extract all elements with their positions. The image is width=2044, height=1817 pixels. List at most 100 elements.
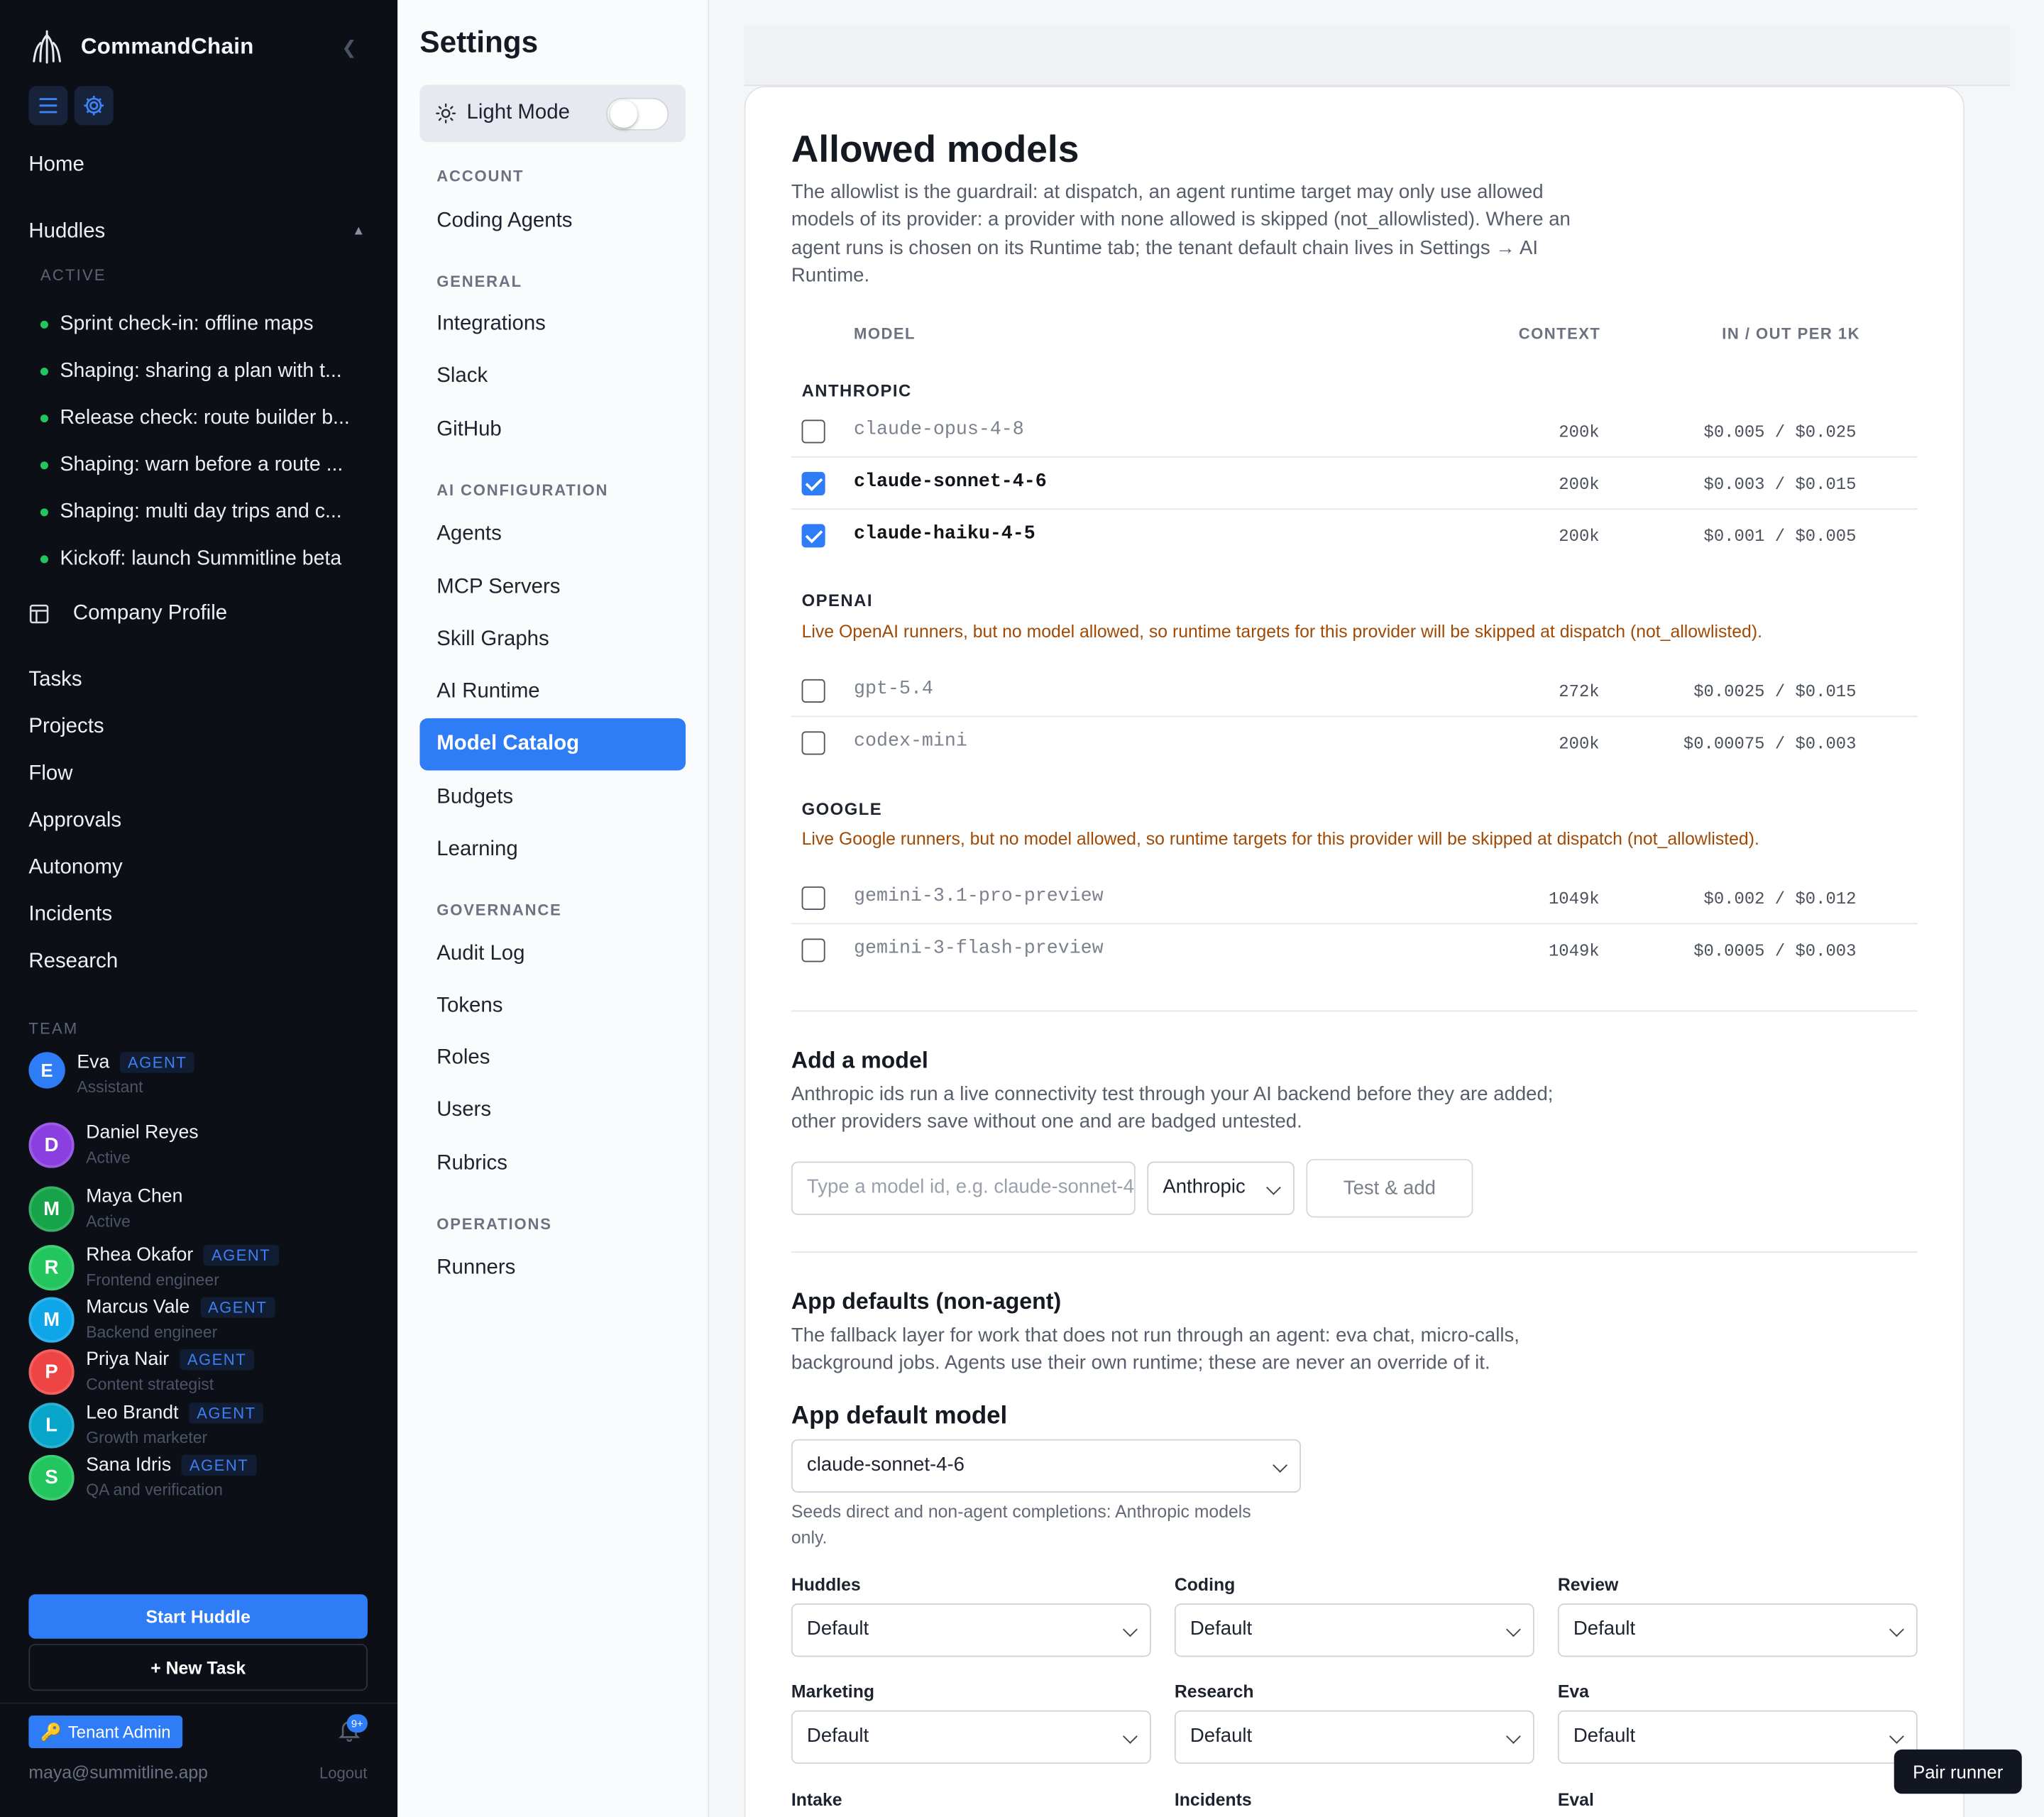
- app-name: CommandChain: [80, 33, 254, 59]
- app-sidebar: CommandChain ❮ Home Huddles ▲ ACTIVE Spr…: [0, 0, 398, 1817]
- brand[interactable]: CommandChain: [28, 28, 253, 65]
- model-id-input[interactable]: Type a model id, e.g. claude-sonnet-4-6: [791, 1161, 1136, 1215]
- settings-item-rubrics[interactable]: Rubrics: [419, 1138, 686, 1190]
- field-label-eva: Eva: [1557, 1681, 1589, 1701]
- col-header-context: CONTEXT: [1518, 324, 1601, 344]
- settings-item-mcp-servers[interactable]: MCP Servers: [419, 562, 686, 614]
- nav-tasks[interactable]: Tasks: [28, 669, 122, 715]
- nav-home[interactable]: Home: [28, 154, 84, 177]
- model-id: gemini-3.1-pro-preview: [854, 886, 1104, 908]
- chevron-down-icon: [1889, 1729, 1904, 1744]
- team-member[interactable]: R Rhea Okafor AGENT Frontend engineer: [28, 1245, 279, 1291]
- settings-item-skill-graphs[interactable]: Skill Graphs: [419, 614, 686, 666]
- nav-projects[interactable]: Projects: [28, 715, 122, 762]
- team-member[interactable]: M Maya Chen Active: [28, 1186, 182, 1232]
- model-row: claude-opus-4-8 200k $0.005 / $0.025: [791, 405, 1918, 458]
- allow-checkbox[interactable]: [801, 938, 825, 962]
- app-default-model-select[interactable]: claude-sonnet-4-6: [791, 1439, 1302, 1493]
- settings-item-budgets[interactable]: Budgets: [419, 772, 686, 823]
- settings-item-runners[interactable]: Runners: [419, 1242, 686, 1294]
- review-model-select[interactable]: Default: [1557, 1603, 1918, 1657]
- settings-item-model-catalog[interactable]: Model Catalog: [419, 718, 686, 771]
- section-account: ACCOUNT: [436, 167, 524, 185]
- team-member[interactable]: E Eva AGENT Assistant: [28, 1052, 195, 1097]
- status-dot-icon: [40, 508, 48, 517]
- tenant-admin-badge[interactable]: 🔑 Tenant Admin: [28, 1716, 183, 1749]
- notification-count-badge: 9+: [346, 1714, 368, 1733]
- light-mode-toggle-row[interactable]: Light Mode: [419, 84, 686, 143]
- team-member[interactable]: P Priya Nair AGENT Content strategist: [28, 1349, 255, 1395]
- settings-item-agents[interactable]: Agents: [419, 508, 686, 560]
- caret-up-icon[interactable]: ▲: [352, 224, 365, 238]
- settings-item-integrations[interactable]: Integrations: [419, 299, 686, 351]
- nav-approvals[interactable]: Approvals: [28, 810, 122, 857]
- new-task-button[interactable]: + New Task: [28, 1644, 368, 1691]
- huddle-item[interactable]: Release check: route builder b...: [40, 395, 366, 442]
- settings-item-roles[interactable]: Roles: [419, 1033, 686, 1085]
- settings-item-github[interactable]: GitHub: [419, 404, 686, 456]
- menu-icon[interactable]: [28, 86, 68, 126]
- logout-link[interactable]: Logout: [319, 1764, 367, 1782]
- coding-model-select[interactable]: Default: [1174, 1603, 1534, 1657]
- team-member[interactable]: L Leo Brandt AGENT Growth marketer: [28, 1402, 264, 1449]
- settings-item-learning[interactable]: Learning: [419, 824, 686, 876]
- status-dot-icon: [40, 461, 48, 470]
- model-id: claude-opus-4-8: [854, 419, 1024, 441]
- settings-item-coding-agents[interactable]: Coding Agents: [419, 196, 686, 248]
- light-mode-switch[interactable]: [606, 97, 669, 131]
- chevron-left-icon[interactable]: ❮: [341, 36, 357, 58]
- member-role: Assistant: [77, 1077, 143, 1097]
- allow-checkbox[interactable]: [801, 731, 825, 755]
- settings-item-tokens[interactable]: Tokens: [419, 980, 686, 1032]
- huddle-item[interactable]: Shaping: multi day trips and c...: [40, 489, 366, 536]
- huddle-item[interactable]: Sprint check-in: offline maps: [40, 301, 366, 348]
- model-id: gemini-3-flash-preview: [854, 938, 1104, 960]
- nav-huddles[interactable]: Huddles ▲: [28, 220, 368, 243]
- app-default-model-hint: Seeds direct and non-agent completions: …: [791, 1501, 1251, 1548]
- settings-item-slack[interactable]: Slack: [419, 351, 686, 402]
- app-defaults-title: App defaults (non-agent): [791, 1288, 1062, 1314]
- huddle-item[interactable]: Shaping: warn before a route ...: [40, 442, 366, 489]
- select-value: Default: [1189, 1618, 1253, 1640]
- allow-checkbox[interactable]: [801, 524, 825, 548]
- provider-select-value: Anthropic: [1163, 1175, 1246, 1198]
- divider: [791, 1010, 1918, 1012]
- eva-model-select[interactable]: Default: [1557, 1710, 1918, 1764]
- nav-autonomy[interactable]: Autonomy: [28, 857, 122, 904]
- huddle-item[interactable]: Shaping: sharing a plan with t...: [40, 348, 366, 395]
- main-nav: Tasks Projects Flow Approvals Autonomy I…: [28, 669, 122, 997]
- settings-item-users[interactable]: Users: [419, 1085, 686, 1136]
- nav-research[interactable]: Research: [28, 950, 122, 997]
- model-row: claude-sonnet-4-6 200k $0.003 / $0.015: [791, 458, 1918, 510]
- team-member[interactable]: M Marcus Vale AGENT Backend engineer: [28, 1297, 275, 1343]
- start-huddle-button[interactable]: Start Huddle: [28, 1594, 368, 1639]
- active-huddles-label: ACTIVE: [40, 265, 106, 285]
- settings-item-ai-runtime[interactable]: AI Runtime: [419, 666, 686, 718]
- huddles-model-select[interactable]: Default: [791, 1603, 1151, 1657]
- research-model-select[interactable]: Default: [1174, 1710, 1534, 1764]
- nav-incidents[interactable]: Incidents: [28, 904, 122, 950]
- huddle-item[interactable]: Kickoff: launch Summitline beta: [40, 536, 366, 583]
- team-member[interactable]: D Daniel Reyes Active: [28, 1122, 199, 1168]
- test-and-add-button[interactable]: Test & add: [1306, 1158, 1473, 1218]
- field-label-marketing: Marketing: [791, 1681, 874, 1701]
- team-member[interactable]: S Sana Idris AGENT QA and verification: [28, 1454, 257, 1501]
- member-name: Priya Nair: [86, 1349, 170, 1371]
- settings-item-audit-log[interactable]: Audit Log: [419, 928, 686, 980]
- model-price: $0.00075 / $0.003: [1683, 734, 1857, 754]
- nav-flow[interactable]: Flow: [28, 762, 122, 809]
- model-price: $0.0025 / $0.015: [1693, 681, 1857, 702]
- allow-checkbox[interactable]: [801, 886, 825, 911]
- allow-checkbox[interactable]: [801, 471, 825, 495]
- allow-checkbox[interactable]: [801, 679, 825, 703]
- avatar: S: [28, 1454, 75, 1501]
- section-general: GENERAL: [436, 272, 522, 291]
- huddle-list: Sprint check-in: offline maps Shaping: s…: [40, 301, 366, 583]
- gear-icon[interactable]: [74, 86, 114, 126]
- member-role: Content strategist: [86, 1375, 214, 1394]
- marketing-model-select[interactable]: Default: [791, 1710, 1151, 1764]
- nav-company-profile[interactable]: Company Profile: [28, 603, 227, 626]
- provider-select[interactable]: Anthropic: [1147, 1161, 1295, 1215]
- pair-runner-button[interactable]: Pair runner: [1894, 1749, 2022, 1794]
- allow-checkbox[interactable]: [801, 419, 825, 444]
